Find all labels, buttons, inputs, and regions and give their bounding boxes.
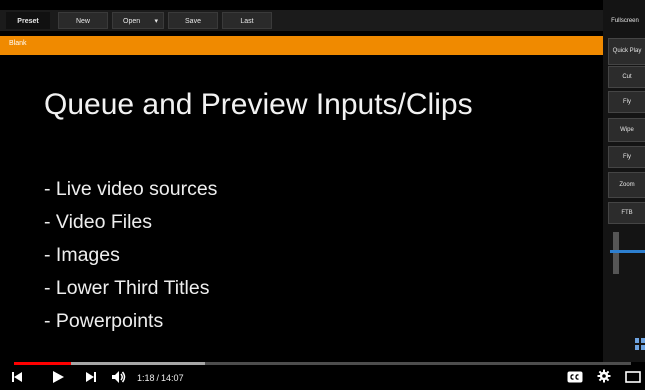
list-item: - Powerpoints: [44, 310, 164, 332]
save-button[interactable]: Save: [168, 12, 218, 29]
transition-fly-button[interactable]: Fly: [608, 91, 645, 113]
slide-bullet-list: - Live video sources - Video Files - Ima…: [44, 176, 217, 341]
transition-zoom-button[interactable]: Zoom: [608, 172, 645, 198]
transition-wipe-button[interactable]: Wipe: [608, 118, 645, 142]
t-bar-handle[interactable]: [610, 250, 645, 253]
slide-title: Queue and Preview Inputs/Clips: [44, 88, 473, 121]
player-controls: 1:18/14:07: [0, 365, 645, 390]
volume-icon[interactable]: [110, 368, 128, 386]
theater-mode-icon[interactable]: [625, 371, 641, 383]
list-item: - Images: [44, 244, 120, 266]
current-time: 1:18: [137, 373, 155, 383]
open-label: Open: [123, 18, 141, 25]
t-bar-track[interactable]: [613, 232, 619, 274]
transition-ftb-button[interactable]: FTB: [608, 202, 645, 224]
list-item: - Live video sources: [44, 178, 218, 200]
fullscreen-button[interactable]: Fullscreen: [605, 12, 645, 30]
total-time: 14:07: [161, 373, 184, 383]
list-item: - Lower Third Titles: [44, 277, 210, 299]
quick-play-button[interactable]: Quick Play: [608, 38, 645, 65]
transition-cut-button[interactable]: Cut: [608, 66, 645, 88]
transition-panel: Fullscreen Quick Play Cut Fly Wipe Fly Z…: [603, 0, 645, 362]
grid-icon[interactable]: [635, 338, 645, 350]
gear-icon[interactable]: [597, 369, 611, 383]
last-button[interactable]: Last: [222, 12, 272, 29]
previous-icon[interactable]: [10, 368, 24, 386]
time-display: 1:18/14:07: [137, 373, 184, 383]
chevron-down-icon[interactable]: ▾: [154, 13, 158, 30]
transition-fly-2-button[interactable]: Fly: [608, 146, 645, 168]
next-icon[interactable]: [84, 368, 98, 386]
input-label: Blank: [9, 40, 27, 47]
play-icon[interactable]: [50, 368, 66, 386]
new-button[interactable]: New: [58, 12, 108, 29]
input-label-bar: Blank: [0, 36, 603, 55]
list-item: - Video Files: [44, 211, 153, 233]
preset-button[interactable]: Preset: [6, 12, 50, 29]
toolbar: Preset New Open ▾ Save Last: [0, 10, 603, 31]
open-button[interactable]: Open ▾: [112, 12, 164, 29]
captions-icon[interactable]: [567, 371, 583, 383]
